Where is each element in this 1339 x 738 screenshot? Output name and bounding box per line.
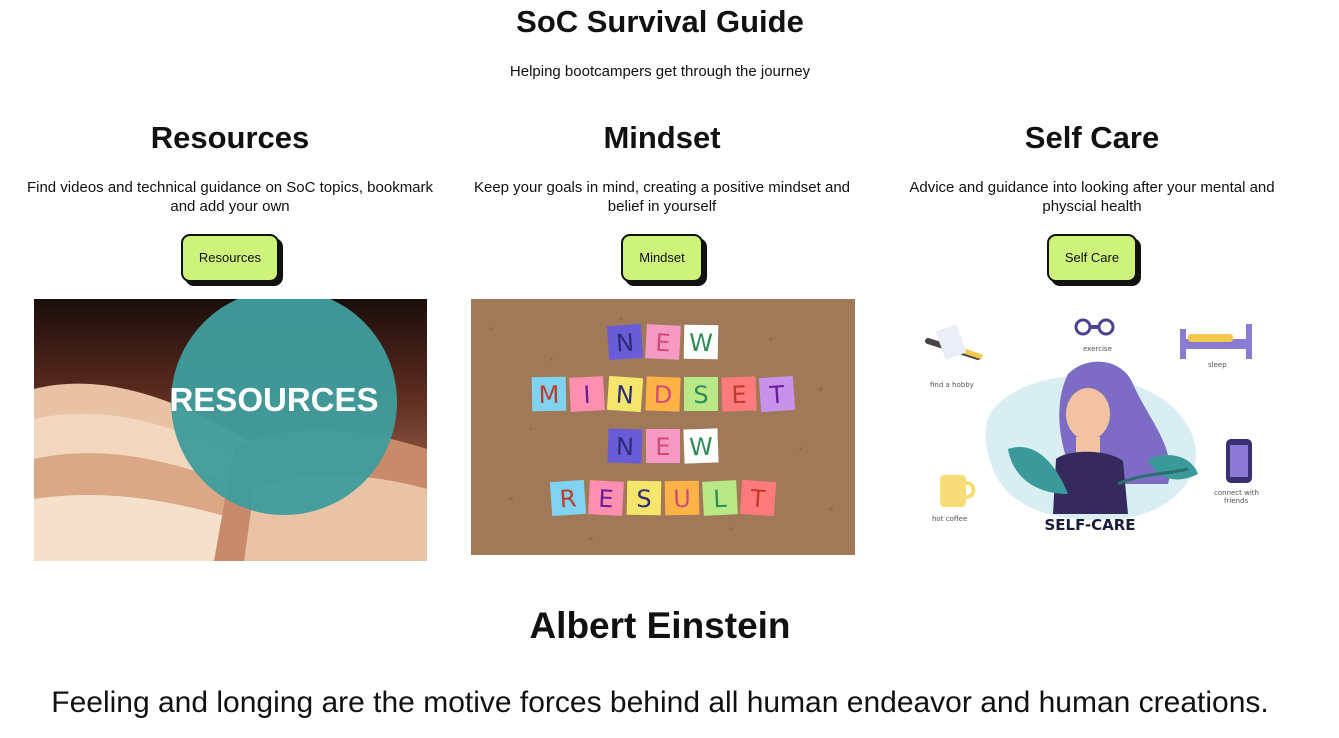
mindset-heading: Mindset: [603, 120, 721, 155]
sticky-note: N: [606, 323, 644, 361]
sticky-note: D: [645, 376, 681, 412]
sticky-note: E: [645, 324, 681, 360]
resources-image-text: RESOURCES: [169, 381, 378, 418]
sticky-note: N: [606, 375, 644, 413]
resources-image: RESOURCES: [34, 299, 427, 561]
sticky-note-letter: T: [768, 380, 786, 409]
sticky-note-letter: E: [655, 329, 672, 358]
mindset-button[interactable]: Mindset: [621, 234, 703, 282]
sticky-note-letter: N: [616, 433, 635, 462]
label-connect-with: connect with: [1214, 489, 1259, 497]
resources-heading: Resources: [150, 120, 310, 155]
sticky-note: E: [588, 480, 624, 516]
sticky-note: R: [549, 479, 587, 517]
label-hot-coffee: hot coffee: [932, 515, 967, 523]
self-care-section: Self Care Advice and guidance into looki…: [887, 118, 1297, 284]
self-care-button[interactable]: Self Care: [1046, 234, 1138, 282]
sticky-note-letter: W: [689, 433, 714, 462]
sticky-note: W: [683, 428, 719, 464]
sticky-note: S: [626, 480, 662, 516]
sticky-note-letter: E: [655, 433, 670, 461]
label-sleep: sleep: [1208, 361, 1227, 369]
sticky-note-letter: S: [693, 381, 708, 409]
sticky-note-letter: E: [731, 381, 747, 410]
sticky-note: I: [569, 376, 605, 412]
self-care-image: find a hobby exercise sleep hot coffee c…: [918, 299, 1292, 561]
self-care-image-title: SELF-CARE: [1044, 516, 1135, 534]
label-exercise: exercise: [1083, 345, 1112, 353]
sticky-note-letter: E: [598, 485, 615, 514]
mindset-image: N E WM I N D S E TN E WR E S U L T: [471, 299, 855, 555]
sticky-note: T: [739, 479, 777, 517]
sticky-note: N: [607, 428, 643, 464]
sticky-note-letter: N: [615, 328, 635, 357]
mindset-section: Mindset Keep your goals in mind, creatin…: [457, 118, 867, 284]
sticky-note: U: [664, 480, 700, 516]
sticky-note: T: [758, 375, 796, 413]
sticky-note-letter: U: [673, 485, 691, 513]
page-subtitle: Helping bootcampers get through the jour…: [509, 63, 811, 80]
quote-text: Feeling and longing are the motive force…: [51, 686, 1269, 719]
mindset-description: Keep your goals in mind, creating a posi…: [473, 179, 851, 215]
sticky-note: S: [684, 377, 718, 411]
sticky-note-letter: T: [749, 484, 767, 513]
page-title: SoC Survival Guide: [516, 4, 804, 39]
self-care-description: Advice and guidance into looking after y…: [909, 179, 1275, 215]
sticky-note-letter: R: [559, 484, 578, 513]
sticky-note-letter: D: [653, 381, 672, 410]
sticky-note-letter: M: [538, 381, 559, 409]
sticky-note-letter: N: [615, 380, 635, 409]
sticky-note: M: [531, 376, 567, 412]
sticky-note-letter: S: [636, 485, 652, 513]
quote-author: Albert Einstein: [529, 605, 791, 646]
sticky-note-letter: I: [583, 381, 592, 409]
resources-description: Find videos and technical guidance on So…: [26, 179, 434, 215]
sticky-note: L: [702, 480, 738, 516]
sticky-note-letter: L: [713, 485, 728, 514]
label-friends: friends: [1224, 497, 1248, 505]
resources-section: Resources Find videos and technical guid…: [25, 118, 435, 284]
sticky-note: W: [683, 324, 719, 360]
sticky-note-letter: W: [689, 329, 713, 357]
label-find-hobby: find a hobby: [930, 381, 974, 389]
self-care-heading: Self Care: [1024, 120, 1160, 155]
sticky-note: E: [721, 376, 757, 412]
sticky-note: E: [646, 429, 680, 463]
resources-button[interactable]: Resources: [180, 234, 280, 282]
